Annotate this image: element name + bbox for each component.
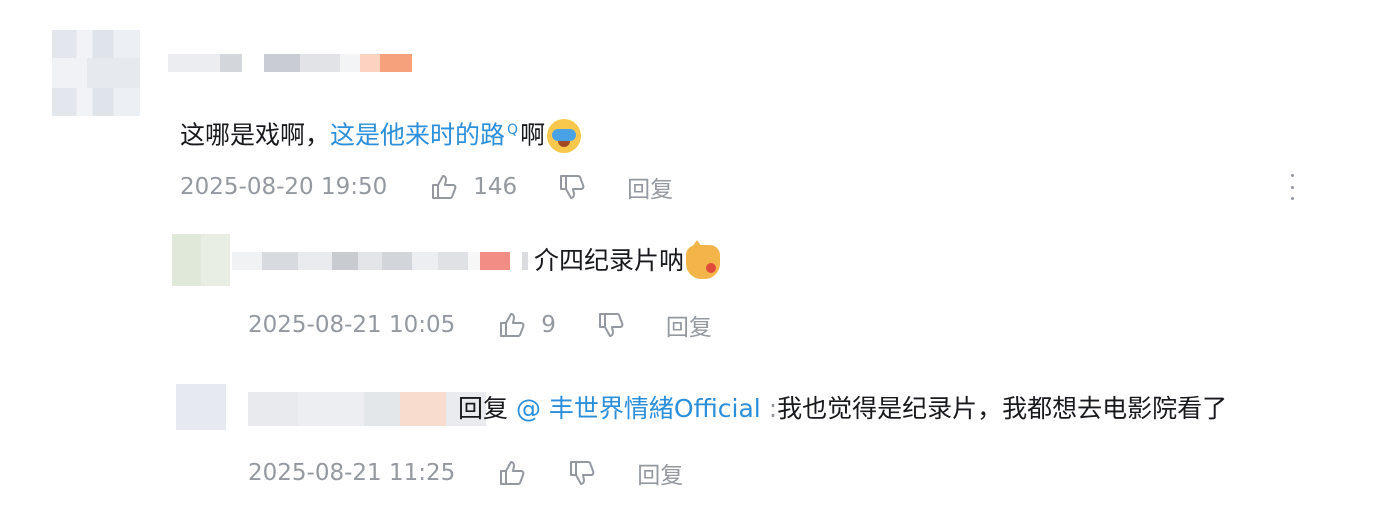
like-icon[interactable]	[497, 310, 527, 340]
reply-button[interactable]: 回复	[637, 456, 683, 490]
comment-meta: 2025-08-20 19:50 146 回复	[180, 170, 673, 204]
cat-emoji	[686, 240, 721, 279]
comment-thread: 这哪是戏啊，这是他来时的路Q啊 2025-08-20 19:50 146 回复	[0, 0, 1400, 522]
like-count: 146	[473, 174, 518, 200]
avatar[interactable]	[176, 384, 226, 430]
reply-text: 介四纪录片呐	[534, 240, 721, 279]
search-icon[interactable]: Q	[507, 122, 518, 138]
reply-meta: 2025-08-21 11:25 回复	[248, 456, 683, 490]
comment-text-after: 啊	[520, 120, 546, 150]
comment-search-link[interactable]: 这是他来时的路	[330, 120, 505, 149]
username-blurred[interactable]	[232, 252, 528, 270]
dislike-icon[interactable]	[567, 458, 597, 488]
reply-prefix: 回复	[458, 394, 509, 423]
reply-button[interactable]: 回复	[666, 308, 712, 342]
dislike-icon[interactable]	[557, 172, 587, 202]
reply-text: 回复 @ 丰世界情緒Official :我也觉得是纪录片，我都想去电影院看了	[458, 392, 1227, 426]
reply-text-content: 我也觉得是纪录片，我都想去电影院看了	[777, 394, 1228, 423]
crying-laughing-emoji	[547, 119, 582, 154]
more-options-icon[interactable]	[1284, 174, 1300, 200]
reply-meta: 2025-08-21 10:05 9 回复	[248, 308, 712, 342]
like-icon[interactable]	[429, 172, 459, 202]
like-count: 9	[541, 312, 556, 338]
username-blurred[interactable]	[168, 54, 412, 72]
reply-time: 2025-08-21 11:25	[248, 460, 456, 486]
mention-separator: :	[768, 394, 778, 423]
comment-text: 这哪是戏啊，这是他来时的路 Q啊	[180, 113, 582, 154]
reply-text-content: 介四纪录片呐	[534, 246, 685, 275]
like-icon[interactable]	[497, 458, 527, 488]
username-blurred[interactable]	[248, 392, 486, 426]
reply-time: 2025-08-21 10:05	[248, 312, 456, 338]
comment-time: 2025-08-20 19:50	[180, 174, 388, 200]
mention-link[interactable]: @ 丰世界情緒Official	[516, 394, 761, 423]
dislike-icon[interactable]	[596, 310, 626, 340]
reply-button[interactable]: 回复	[627, 170, 673, 204]
avatar[interactable]	[172, 234, 230, 286]
comment-text-plain: 这哪是戏啊，	[180, 120, 331, 150]
avatar[interactable]	[52, 30, 140, 116]
